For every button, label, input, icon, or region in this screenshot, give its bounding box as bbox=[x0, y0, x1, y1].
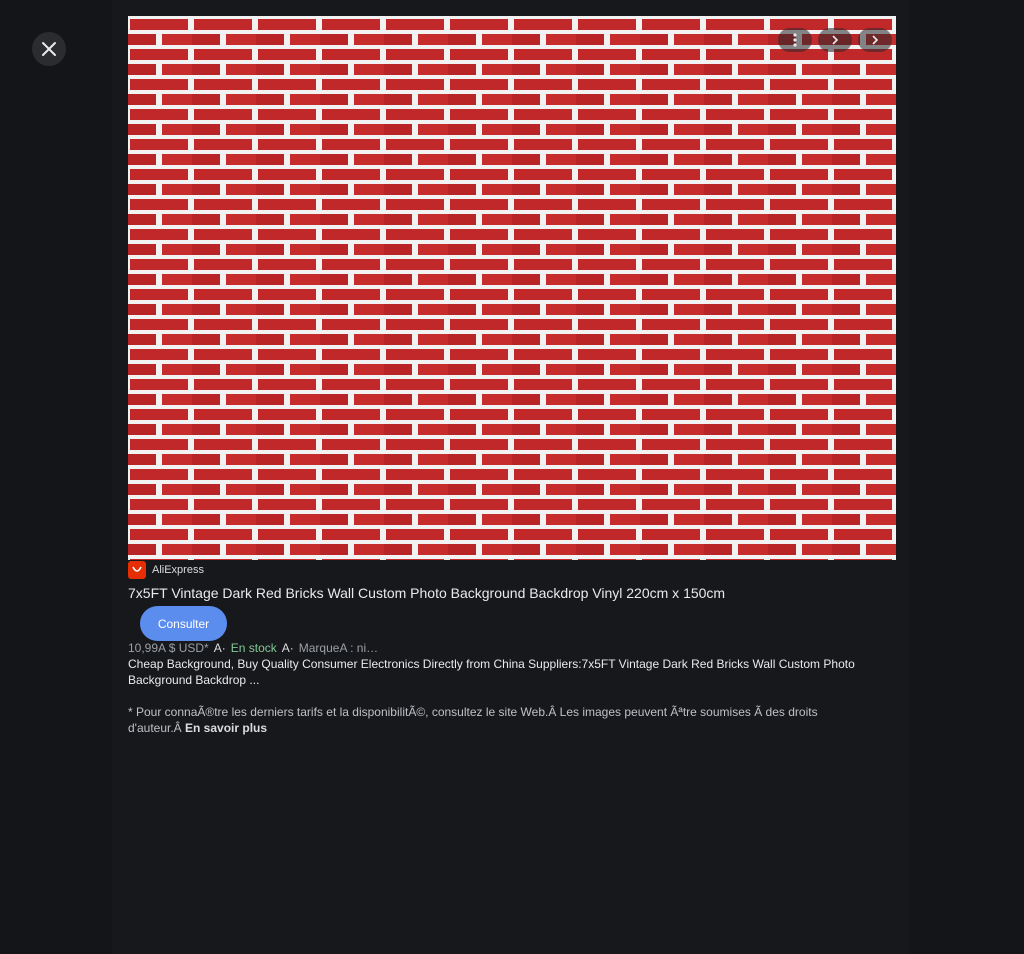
meta-row: 10,99A $ USD* A· En stock A· MarqueA : ni… bbox=[128, 641, 378, 655]
stock-status: En stock bbox=[230, 641, 277, 655]
brick-wall-image bbox=[128, 16, 896, 560]
separator: A· bbox=[213, 641, 226, 655]
source-row[interactable]: AliExpress bbox=[128, 561, 204, 579]
disclaimer: * Pour connaÃ®tre les derniers tarifs et… bbox=[128, 704, 848, 736]
brand: MarqueA : ni… bbox=[298, 641, 379, 655]
vertical-dots-icon bbox=[793, 33, 797, 47]
price: 10,99A $ USD* bbox=[128, 641, 209, 655]
source-name: AliExpress bbox=[152, 564, 204, 576]
aliexpress-logo-icon bbox=[128, 561, 146, 579]
share-button[interactable] bbox=[818, 28, 852, 52]
more-options-button[interactable] bbox=[778, 28, 812, 52]
chevron-right-icon bbox=[832, 35, 839, 45]
close-icon bbox=[42, 42, 56, 56]
result-title[interactable]: 7x5FT Vintage Dark Red Bricks Wall Custo… bbox=[128, 585, 725, 601]
separator: A· bbox=[281, 641, 294, 655]
chevron-right-icon bbox=[872, 35, 879, 45]
visit-button[interactable]: Consulter bbox=[140, 606, 227, 641]
description: Cheap Background, Buy Quality Consumer E… bbox=[128, 657, 855, 687]
image-controls bbox=[778, 28, 892, 52]
close-button[interactable] bbox=[32, 32, 66, 66]
learn-more-link[interactable]: En savoir plus bbox=[185, 721, 267, 735]
next-image-button[interactable] bbox=[858, 28, 892, 52]
preview-image[interactable] bbox=[128, 16, 896, 560]
